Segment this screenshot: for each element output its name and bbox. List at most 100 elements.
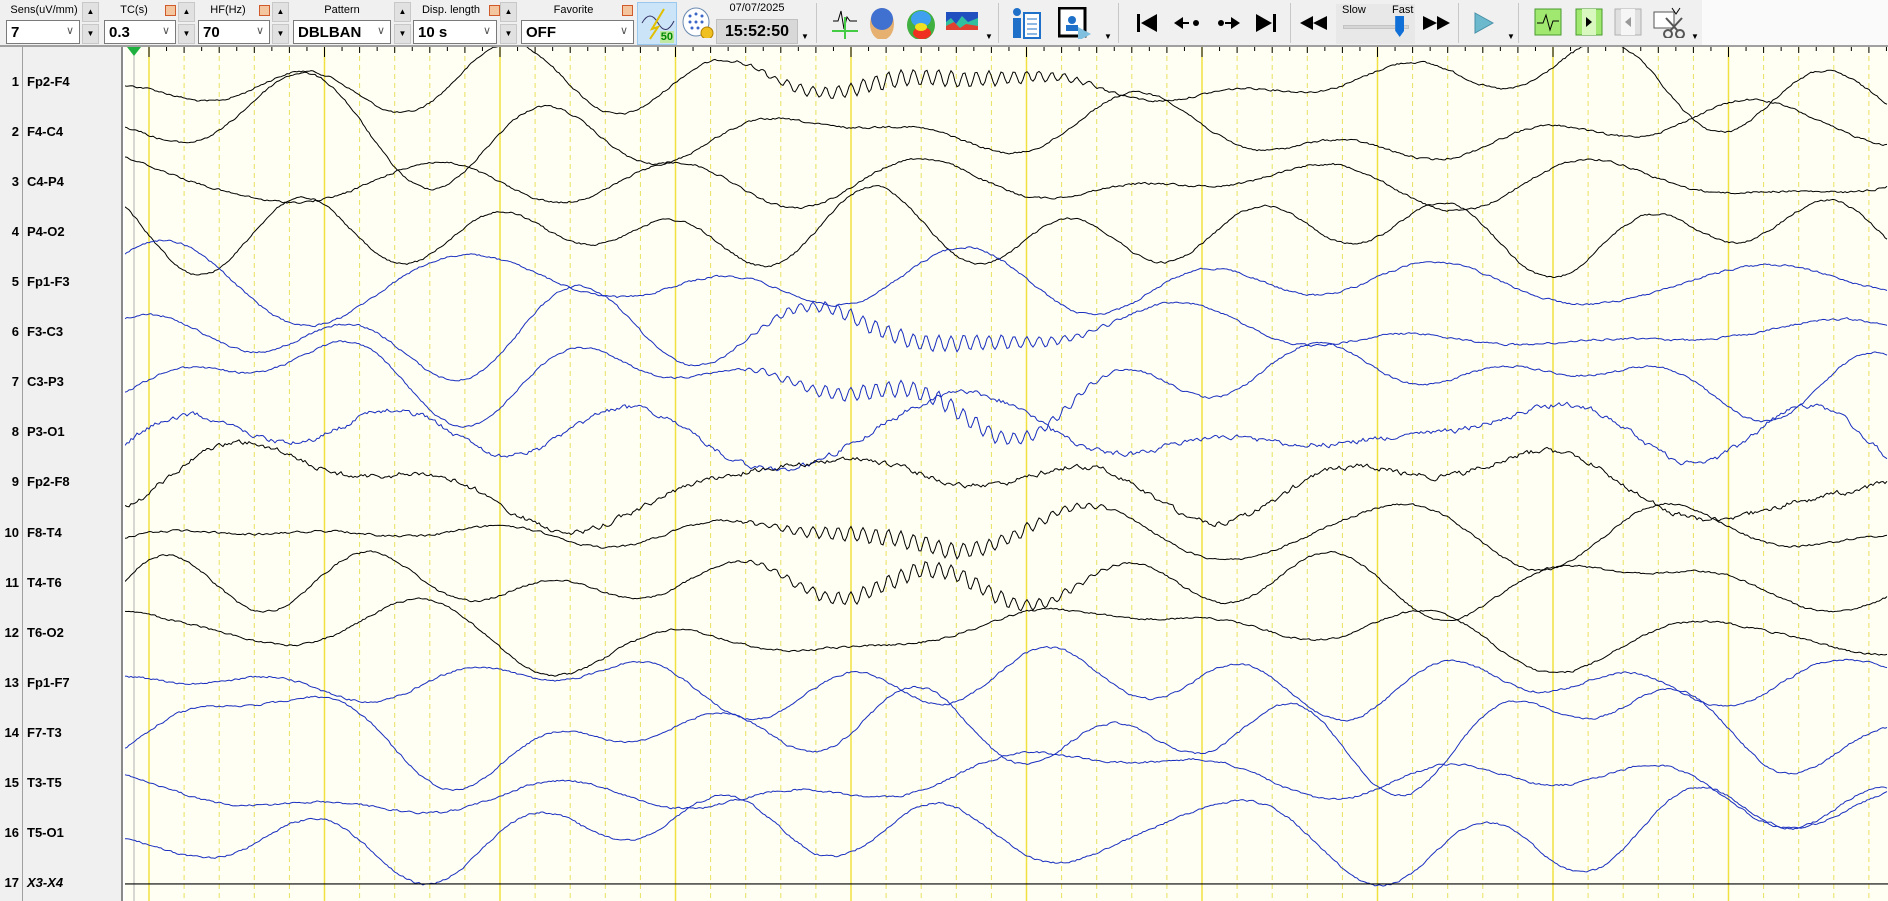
channel-number: 17: [4, 874, 19, 890]
disp-length-value: 10 s: [418, 24, 448, 41]
channel-label[interactable]: 14 F7-T3: [0, 725, 123, 743]
step-forward-icon[interactable]: [1218, 17, 1240, 49]
dropdown-arrow-icon[interactable]: ▼: [1507, 32, 1515, 41]
channel-name: P3-O1: [27, 424, 65, 440]
channel-label[interactable]: 17 X3-X4: [0, 875, 123, 893]
sens-value: 7: [11, 24, 20, 41]
chevron-down-icon: ∨: [482, 25, 491, 37]
channel-number: 8: [11, 424, 19, 440]
dropdown-arrow-icon[interactable]: ▼: [1691, 32, 1699, 41]
channel-name: F8-T4: [27, 524, 62, 540]
speed-slider[interactable]: Slow Fast: [1336, 4, 1415, 44]
dropdown-arrow-icon[interactable]: ▼: [1104, 32, 1112, 41]
channel-number: 6: [11, 324, 19, 340]
filter-badge: 50: [659, 31, 674, 43]
sens-spinner[interactable]: ▲ ▼: [82, 2, 99, 44]
channel-label[interactable]: 11 T4-T6: [0, 575, 123, 593]
channel-name: C4-P4: [27, 174, 64, 190]
toolbar: Sens(uV/mm) 7 ∨ ▲ ▼ TC(s) 0.3 ∨ ▲ ▼ HF(Hz) 7…: [0, 0, 1888, 47]
spin-down-icon[interactable]: ▼: [500, 24, 517, 44]
skip-to-end-icon[interactable]: [1256, 14, 1276, 46]
channel-label[interactable]: 7 C3-P3: [0, 374, 123, 392]
channel-label[interactable]: 15 T3-T5: [0, 775, 123, 793]
channel-name: F4-C4: [27, 124, 64, 140]
channel-number: 2: [11, 124, 19, 140]
pattern-select[interactable]: DBLBAN ∨: [293, 20, 391, 44]
disp-length-label: Disp. length: [421, 4, 481, 16]
channel-label[interactable]: 3 C4-P4: [0, 174, 123, 192]
chevron-down-icon: ∨: [376, 25, 385, 37]
channel-label[interactable]: 16 T5-O1: [0, 825, 123, 843]
dropdown-arrow-icon[interactable]: ▼: [801, 32, 809, 41]
tc-select[interactable]: 0.3 ∨: [104, 20, 176, 44]
channel-name: T6-O2: [27, 624, 64, 640]
spectrogram-icon[interactable]: [946, 12, 978, 44]
rewind-icon[interactable]: [1300, 16, 1327, 48]
channel-label[interactable]: 2 F4-C4: [0, 124, 123, 142]
sens-select[interactable]: 7 ∨: [6, 20, 80, 44]
channel-number: 5: [11, 274, 19, 290]
eeg-trace-area[interactable]: [125, 47, 1888, 901]
channel-label[interactable]: 13 Fp1-F7: [0, 675, 123, 693]
pencil-icon[interactable]: [489, 5, 500, 16]
hf-value: 70: [203, 24, 220, 41]
dropdown-arrow-icon[interactable]: ▼: [985, 32, 993, 41]
channel-label[interactable]: 4 P4-O2: [0, 224, 123, 242]
fast-label: Fast: [1392, 4, 1414, 16]
tc-spinner[interactable]: ▲ ▼: [178, 2, 195, 44]
waveform-marker-icon[interactable]: [832, 7, 858, 39]
skip-to-start-icon[interactable]: [1137, 14, 1157, 46]
patient-info-icon[interactable]: [1011, 7, 1041, 39]
channel-label[interactable]: 5 Fp1-F3: [0, 274, 123, 292]
slider-thumb[interactable]: [1395, 16, 1405, 37]
spin-up-icon[interactable]: ▲: [272, 2, 289, 22]
spin-down-icon[interactable]: ▼: [82, 24, 99, 44]
previous-event-icon[interactable]: [1614, 8, 1642, 40]
channel-number: 10: [4, 524, 19, 540]
chevron-down-icon: ∨: [65, 25, 74, 37]
spin-down-icon[interactable]: ▼: [272, 24, 289, 44]
topographic-map-icon[interactable]: [905, 7, 937, 39]
channel-label[interactable]: 10 F8-T4: [0, 525, 123, 543]
hf-label: HF(Hz): [210, 4, 246, 16]
filter-toggle-button[interactable]: 50: [637, 2, 677, 45]
chevron-down-icon: ∨: [619, 25, 628, 37]
pencil-icon[interactable]: [622, 5, 633, 16]
spin-down-icon[interactable]: ▼: [394, 24, 411, 44]
channel-label[interactable]: 6 F3-C3: [0, 324, 123, 342]
spin-down-icon[interactable]: ▼: [178, 24, 195, 44]
channel-name: Fp2-F8: [27, 474, 70, 490]
disp-length-spinner[interactable]: ▲ ▼: [500, 2, 517, 44]
spin-up-icon[interactable]: ▲: [500, 2, 517, 22]
channel-label[interactable]: 9 Fp2-F8: [0, 474, 123, 492]
hf-select[interactable]: 70 ∨: [198, 20, 270, 44]
pattern-spinner[interactable]: ▲ ▼: [394, 2, 411, 44]
spin-up-icon[interactable]: ▲: [394, 2, 411, 22]
disp-length-select[interactable]: 10 s ∨: [413, 20, 497, 44]
head-3d-icon[interactable]: [868, 7, 896, 39]
pencil-icon[interactable]: [259, 5, 270, 16]
channel-name: P4-O2: [27, 224, 65, 240]
electrode-settings-icon[interactable]: [680, 6, 716, 38]
spin-up-icon[interactable]: ▲: [178, 2, 195, 22]
channel-label[interactable]: 1 Fp2-F4: [0, 74, 123, 92]
sens-label: Sens(uV/mm): [10, 4, 78, 16]
channel-number: 1: [11, 74, 19, 89]
favorite-select[interactable]: OFF ∨: [521, 20, 634, 44]
favorite-label: Favorite: [553, 4, 594, 16]
slow-label: Slow: [1342, 4, 1366, 16]
step-back-icon[interactable]: [1174, 17, 1202, 49]
spin-up-icon[interactable]: ▲: [82, 2, 99, 22]
channel-label[interactable]: 12 T6-O2: [0, 625, 123, 643]
hf-spinner[interactable]: ▲ ▼: [272, 2, 289, 44]
play-icon[interactable]: [1474, 12, 1494, 44]
clip-cut-icon[interactable]: [1652, 6, 1686, 38]
pencil-icon[interactable]: [165, 5, 176, 16]
channel-number: 16: [4, 824, 19, 840]
event-waveform-icon[interactable]: [1534, 8, 1562, 40]
next-event-icon[interactable]: [1575, 8, 1603, 40]
video-icon[interactable]: [1058, 7, 1092, 39]
channel-label[interactable]: 8 P3-O1: [0, 424, 123, 442]
fast-forward-icon[interactable]: [1423, 16, 1450, 48]
favorite-value: OFF: [526, 24, 556, 41]
